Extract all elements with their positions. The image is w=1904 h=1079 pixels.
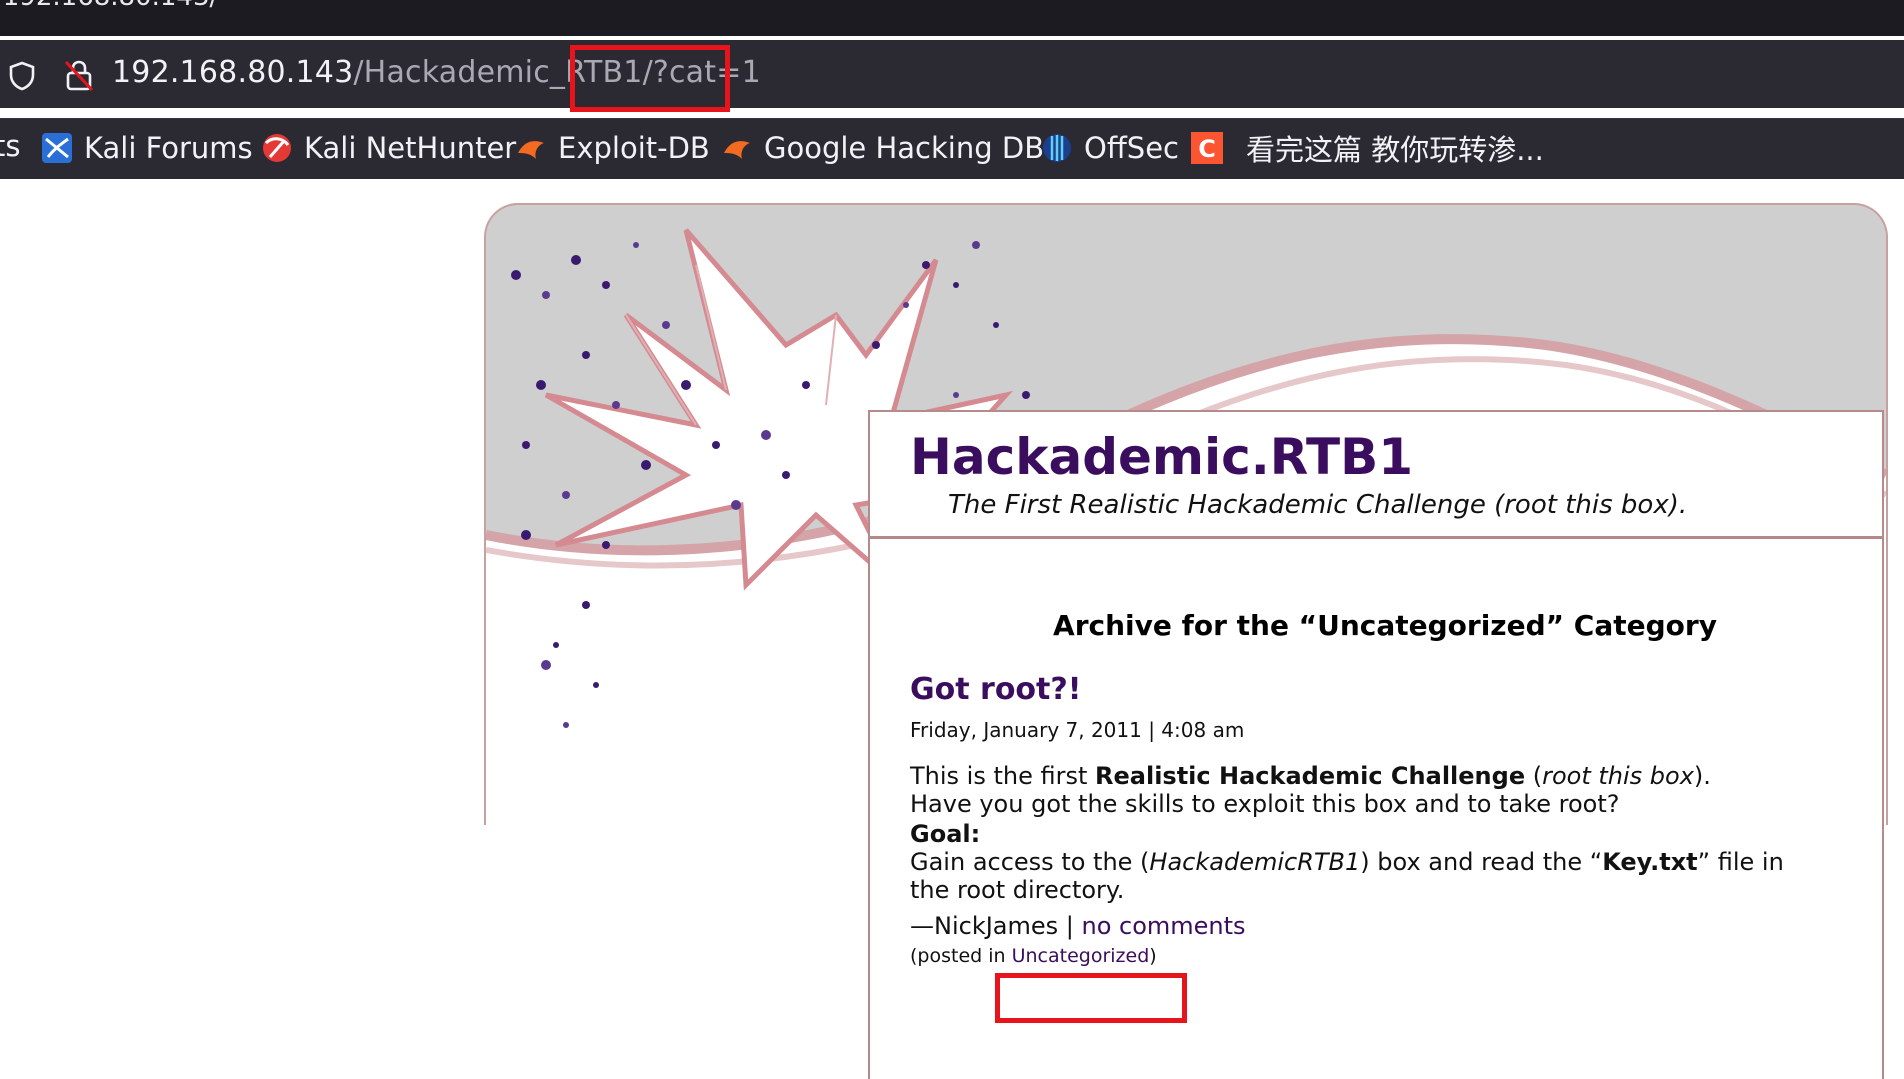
author: —NickJames | [910, 912, 1082, 940]
text: This is the first [910, 762, 1096, 790]
bookmark-label: OffSec [1084, 131, 1180, 165]
text: ) box and read the “ [1360, 848, 1603, 876]
text: Gain access to the ( [910, 848, 1150, 876]
bookmark-label: Kali Forums [84, 131, 253, 165]
bookmark-google-hacking-db[interactable]: Google Hacking DB [720, 129, 1044, 167]
nethunter-icon [260, 131, 294, 165]
post-signature: —NickJames | no comments [910, 912, 1246, 940]
bookmark-label: Kali NetHunter [304, 131, 517, 165]
goal-label: Goal: [910, 820, 981, 848]
category-link[interactable]: Uncategorized [1012, 945, 1150, 967]
url-host: 192.168.80.143 [112, 55, 354, 90]
post-paragraph-1: This is the first Realistic Hackademic C… [910, 762, 1711, 818]
shield-icon[interactable] [6, 60, 38, 96]
bold-text: Realistic Hackademic Challenge [1095, 762, 1526, 790]
post-meta: (posted in Uncategorized) [910, 942, 1157, 970]
comments-link[interactable]: no comments [1082, 912, 1246, 940]
bookmark-kali-forums[interactable]: Kali Forums [40, 129, 253, 167]
posted-in-label: (posted in [910, 945, 1012, 967]
offsec-icon [1040, 131, 1074, 165]
bookmark-offsec[interactable]: OffSec [1040, 129, 1179, 167]
bookmark-label: Google Hacking DB [764, 131, 1045, 165]
tab-strip-text: /192.168.80.143/ [0, 0, 218, 12]
bookmark-cut-label[interactable]: ts [0, 129, 20, 163]
ghdb-icon [720, 131, 754, 165]
site-header: Hackademic.RTB1 The First Realistic Hack… [870, 412, 1882, 539]
text: ( [1525, 762, 1543, 790]
csdn-icon: C [1190, 131, 1224, 165]
archive-heading: Archive for the “Uncategorized” Category [1053, 609, 1717, 642]
post-date: Friday, January 7, 2011 | 4:08 am [910, 718, 1245, 742]
bookmark-label: Exploit-DB [558, 131, 710, 165]
bold-text: Key.txt [1602, 848, 1698, 876]
text: ). [1693, 762, 1711, 790]
text: ) [1149, 945, 1157, 967]
annotation-box-category [995, 973, 1187, 1023]
italic-text: HackademicRTB1 [1149, 848, 1361, 876]
bookmark-exploit-db[interactable]: Exploit-DB [514, 129, 710, 167]
post-paragraph-goal: Goal: Gain access to the (HackademicRTB1… [910, 820, 1810, 904]
tab-strip: /192.168.80.143/ [0, 0, 1904, 36]
bookmarks-bar: ts Kali Forums Kali NetHunter Exploit-DB… [0, 118, 1904, 179]
svg-text:C: C [1198, 135, 1216, 163]
annotation-box-url [570, 45, 730, 112]
blog-title[interactable]: Hackademic.RTB1 [910, 428, 1413, 486]
post-title-link[interactable]: Got root?! [910, 675, 1081, 705]
url-bar[interactable]: 192.168.80.143/Hackademic_RTB1/?cat=1 [0, 40, 1904, 108]
kali-dragon-icon [40, 131, 74, 165]
italic-text: root this box [1542, 762, 1694, 790]
insecure-lock-icon[interactable] [62, 58, 96, 98]
exploit-db-icon [514, 131, 548, 165]
bookmark-label: 看完这篇 教你玩转渗... [1246, 133, 1544, 167]
bookmark-csdn[interactable]: C 看完这篇 教你玩转渗... [1190, 129, 1544, 167]
text: Have you got the skills to exploit this … [910, 790, 1620, 818]
blog-description: The First Realistic Hackademic Challenge… [948, 490, 1688, 520]
bookmark-kali-nethunter[interactable]: Kali NetHunter [260, 129, 516, 167]
